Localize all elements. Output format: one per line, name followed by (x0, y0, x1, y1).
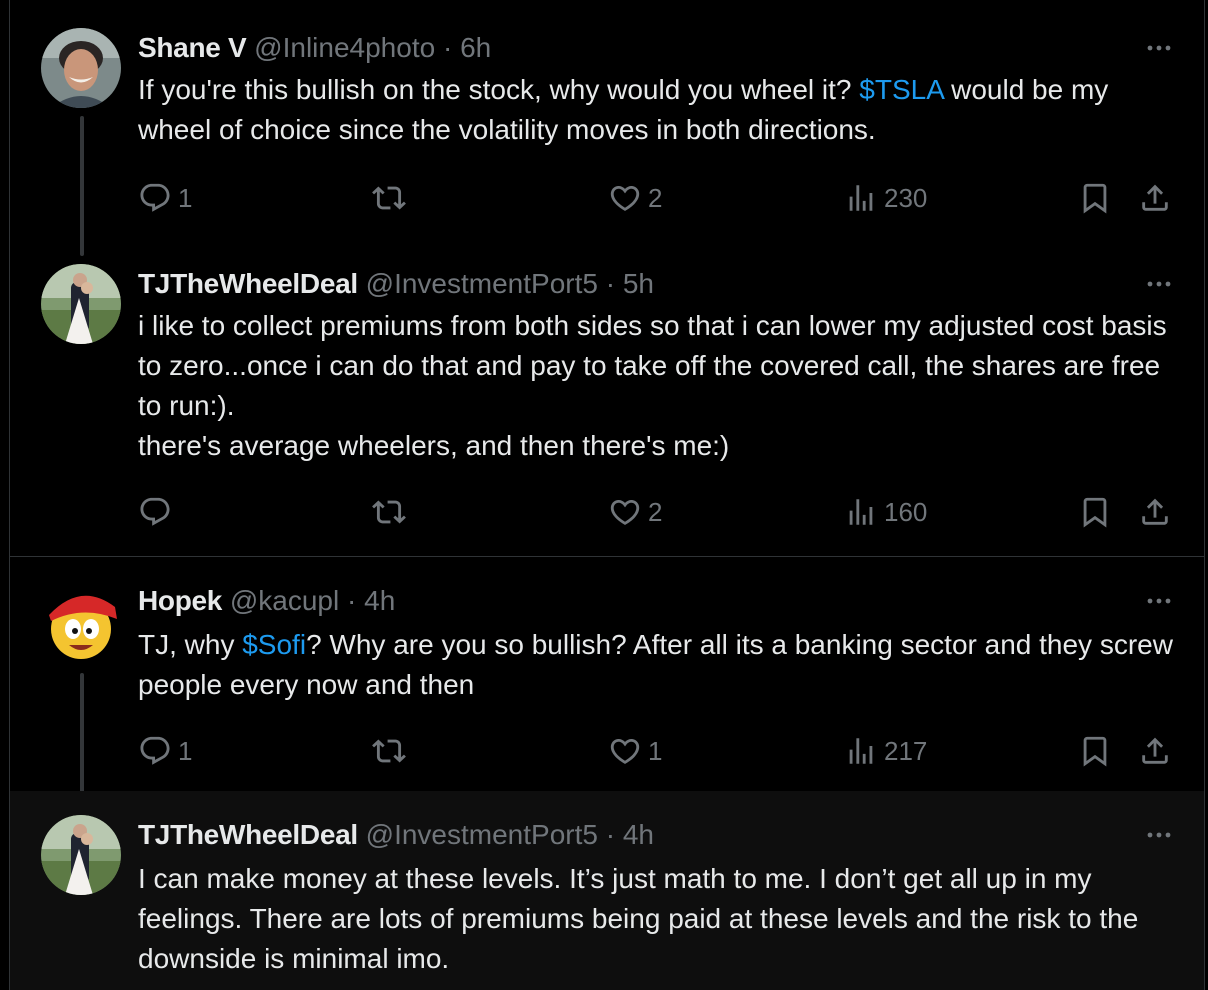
tweet-text: TJ, why $Sofi? Why are you so bullish? A… (138, 629, 1173, 700)
heart-icon (608, 495, 642, 529)
share-button[interactable] (1138, 492, 1172, 532)
like-count: 1 (648, 735, 663, 766)
thread-line (80, 116, 84, 256)
bookmark-button[interactable] (1078, 731, 1112, 771)
like-button[interactable]: 2 (608, 492, 662, 532)
reply-button[interactable]: 1 (138, 178, 192, 218)
retweet-button[interactable] (372, 178, 412, 218)
share-button[interactable] (1138, 731, 1172, 771)
views-count: 160 (884, 496, 928, 527)
avatar-image (41, 28, 121, 108)
bookmark-icon (1078, 181, 1112, 215)
tweet-actions: 2 160 (138, 492, 1188, 532)
bookmark-icon (1078, 734, 1112, 768)
reply-icon (138, 181, 172, 215)
cashtag-link[interactable]: $Sofi (242, 629, 306, 660)
tweet-text: If you're this bullish on the stock, why… (138, 74, 1109, 145)
views-count: 217 (884, 735, 928, 766)
views-count: 230 (884, 182, 928, 213)
tweet-header: TJTheWheelDeal @InvestmentPort5 · 5h (138, 264, 654, 304)
tweet-text: I can make money at these levels. It’s j… (138, 863, 1139, 974)
reply-icon (138, 495, 172, 529)
avatar-image (41, 264, 121, 344)
tweet-actions: 1 1 217 (138, 731, 1188, 771)
separator-dot: · (442, 32, 453, 63)
reply-count: 1 (178, 735, 193, 766)
more-icon[interactable] (1144, 823, 1174, 847)
views-icon (844, 495, 878, 529)
views-button[interactable]: 217 (844, 731, 927, 771)
tweet-tjthewheeldeal-reply-1[interactable]: TJTheWheelDeal @InvestmentPort5 · 5h i l… (10, 236, 1204, 556)
separator-dot: · (347, 585, 357, 616)
tweet-paragraph: there's average wheelers, and then there… (138, 430, 730, 461)
timestamp[interactable]: 4h (623, 819, 654, 850)
retweet-icon (372, 734, 406, 768)
more-icon[interactable] (1144, 272, 1174, 296)
reply-icon (138, 734, 172, 768)
bookmark-icon (1078, 495, 1112, 529)
tweet-text: i like to collect premiums from both sid… (138, 306, 1188, 466)
retweet-icon (372, 495, 406, 529)
views-icon (844, 181, 878, 215)
separator-dot: · (605, 268, 616, 299)
views-icon (844, 734, 878, 768)
retweet-icon (372, 181, 406, 215)
avatar-image (41, 815, 121, 895)
avatar[interactable] (41, 264, 121, 344)
heart-icon (608, 734, 642, 768)
timestamp[interactable]: 4h (364, 585, 395, 616)
more-icon[interactable] (1144, 589, 1174, 613)
timestamp[interactable]: 6h (460, 32, 491, 63)
share-icon (1138, 181, 1172, 215)
tweet-tjthewheeldeal-reply-2[interactable]: TJTheWheelDeal @InvestmentPort5 · 4h I c… (10, 791, 1204, 990)
display-name[interactable]: TJTheWheelDeal (138, 268, 358, 299)
username[interactable]: @InvestmentPort5 (366, 268, 598, 299)
tweet-hopek[interactable]: Hopek @kacupl · 4h TJ, why $Sofi? Why ar… (10, 557, 1204, 807)
display-name[interactable]: TJTheWheelDeal (138, 819, 358, 850)
tweet-shane-v[interactable]: Shane V @Inline4photo · 6h If you're thi… (10, 0, 1204, 256)
views-button[interactable]: 160 (844, 492, 927, 532)
tweet-header: Shane V @Inline4photo · 6h (138, 28, 491, 68)
like-count: 2 (648, 496, 663, 527)
reply-button[interactable] (138, 492, 178, 532)
thread-line (80, 673, 84, 807)
share-icon (1138, 495, 1172, 529)
cashtag-link[interactable]: $TSLA (859, 74, 943, 105)
avatar[interactable] (41, 585, 121, 665)
display-name[interactable]: Hopek (138, 585, 222, 616)
more-icon[interactable] (1144, 36, 1174, 60)
retweet-button[interactable] (372, 492, 412, 532)
username[interactable]: @InvestmentPort5 (366, 819, 598, 850)
separator-dot: · (605, 819, 616, 850)
views-button[interactable]: 230 (844, 178, 927, 218)
display-name[interactable]: Shane V (138, 32, 247, 63)
like-button[interactable]: 2 (608, 178, 662, 218)
avatar-image (41, 585, 121, 665)
username[interactable]: @Inline4photo (254, 32, 435, 63)
timeline: Shane V @Inline4photo · 6h If you're thi… (0, 0, 1208, 990)
username[interactable]: @kacupl (230, 585, 339, 616)
bookmark-button[interactable] (1078, 492, 1112, 532)
share-button[interactable] (1138, 178, 1172, 218)
heart-icon (608, 181, 642, 215)
avatar[interactable] (41, 815, 121, 895)
reply-count: 1 (178, 182, 193, 213)
bookmark-button[interactable] (1078, 178, 1112, 218)
tweet-paragraph: i like to collect premiums from both sid… (138, 310, 1167, 421)
reply-button[interactable]: 1 (138, 731, 192, 771)
timestamp[interactable]: 5h (623, 268, 654, 299)
timeline-border-right (1204, 0, 1205, 990)
tweet-header: Hopek @kacupl · 4h (138, 581, 395, 621)
share-icon (1138, 734, 1172, 768)
like-count: 2 (648, 182, 663, 213)
tweet-actions: 1 2 230 (138, 178, 1188, 218)
like-button[interactable]: 1 (608, 731, 662, 771)
avatar[interactable] (41, 28, 121, 108)
tweet-header: TJTheWheelDeal @InvestmentPort5 · 4h (138, 815, 654, 855)
retweet-button[interactable] (372, 731, 412, 771)
